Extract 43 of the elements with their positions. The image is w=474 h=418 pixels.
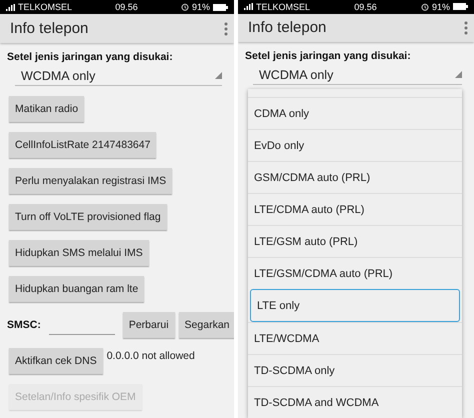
action-button[interactable]: Perlu menyalakan registrasi IMS (9, 168, 172, 194)
menu-option[interactable]: LTE/WCDMA (248, 322, 462, 354)
battery-text: 91% (432, 2, 450, 12)
network-type-label: Setel jenis jaringan yang disukai: (245, 50, 412, 62)
alarm-icon (181, 3, 189, 11)
menu-option[interactable]: CDMA only (248, 97, 462, 129)
action-button[interactable]: Aktifkan cek DNS (9, 348, 103, 374)
menu-option[interactable]: LTE/CDMA auto (PRL) (248, 193, 462, 225)
menu-option[interactable]: LTE/GSM auto (PRL) (248, 225, 462, 257)
action-button[interactable]: Hidupkan SMS melalui IMS (9, 240, 149, 266)
menu-icon[interactable] (224, 22, 228, 36)
menu-option[interactable]: TD-SCDMA and WCDMA (248, 386, 462, 418)
action-button[interactable]: Matikan radio (9, 96, 84, 122)
menu-option[interactable]: LTE only (250, 289, 460, 322)
carrier-text: TELKOMSEL (256, 2, 310, 12)
carrier-text: TELKOMSEL (18, 2, 72, 12)
action-button[interactable]: Segarkan (178, 312, 234, 338)
signal-icon (244, 3, 253, 10)
app-title: Info telepon (248, 19, 328, 36)
action-button[interactable]: Turn off VoLTE provisioned flag (9, 204, 167, 230)
alarm-icon (421, 2, 429, 11)
battery-text: 91% (192, 2, 210, 12)
menu-option[interactable]: EvDo only (248, 129, 462, 161)
signal-icon (6, 4, 15, 10)
app-title: Info telepon (10, 20, 90, 37)
battery-icon (213, 4, 228, 10)
network-type-dropdown[interactable]: WCDMA only (15, 66, 222, 86)
network-type-dropdown[interactable]: WCDMA only (253, 65, 462, 85)
action-button[interactable]: CellInfoListRate 2147483647 (9, 132, 156, 158)
menu-option[interactable]: LTE/GSM/CDMA auto (PRL) (248, 257, 462, 289)
action-button[interactable]: Perbarui (122, 312, 175, 338)
menu-option[interactable]: GSM/CDMA auto (PRL) (248, 161, 462, 193)
menu-option[interactable]: TD-SCDMA only (248, 354, 462, 386)
clock-text: 09.56 (354, 2, 377, 12)
network-type-label: Setel jenis jaringan yang disukai: (7, 51, 174, 63)
dropdown-arrow-icon (215, 72, 222, 79)
clock-text: 09.56 (115, 2, 138, 12)
dropdown-arrow-icon (455, 71, 462, 78)
action-button[interactable]: Hidupkan buangan ram lte (9, 276, 144, 302)
battery-icon (453, 3, 468, 10)
smsc-label: SMSC: (7, 319, 41, 331)
dns-status-text: 0.0.0.0 not allowed (106, 350, 195, 362)
menu-icon[interactable] (464, 20, 468, 35)
